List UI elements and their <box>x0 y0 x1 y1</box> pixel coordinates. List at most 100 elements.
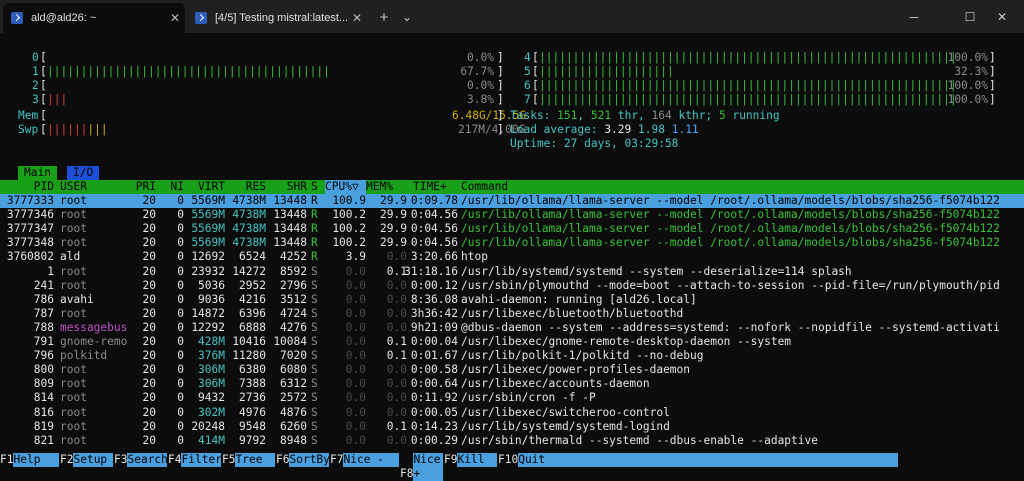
process-row[interactable]: 819 root 20 0 20248 9548 6260 S 0.0 0.1 0:14.23/us… <box>0 420 1024 434</box>
process-row[interactable]: 241 root 20 0 5036 2952 2796 S 0.0 0.0 0:00.12/usr… <box>0 279 1024 293</box>
fkey-nice[interactable]: F7Nice - <box>330 453 400 467</box>
fkey-help[interactable]: F1Help <box>0 453 60 467</box>
process-row[interactable]: 3777346 root 20 0 5569M 4738M 13448 R 100.2 29.9 0… <box>0 208 1024 222</box>
cell-pri: 20 <box>142 208 156 222</box>
cell-shr: 8948 <box>280 433 307 447</box>
cell-s: S <box>311 363 318 377</box>
fkey-sortby[interactable]: F6SortBy <box>276 453 330 467</box>
cpu-label: 5 <box>524 65 531 78</box>
col-ni[interactable]: NI <box>171 180 184 194</box>
process-row[interactable]: 786 avahi 20 0 9036 4216 3512 S 0.0 0.0 8:36.08 ava… <box>0 293 1024 307</box>
cell-virt: 428M <box>198 335 225 348</box>
tab-io[interactable]: I/O <box>67 166 100 180</box>
process-row[interactable]: 3777347 root 20 0 5569M 4738M 13448 R 100.2 29.9 0… <box>0 222 1024 236</box>
fkey-nice[interactable]: F8Nice + <box>400 453 444 481</box>
powershell-icon <box>195 12 207 24</box>
process-row[interactable]: 3760802 ald 20 0 12692 6524 4252 R 3.9 0.0 3:20.66… <box>0 250 1024 264</box>
cell-time: 0:00.04 <box>410 335 458 348</box>
process-row[interactable]: 796 polkitd 20 0 376M 11280 7020 S 0.0 0.1 0:01.67… <box>0 349 1024 363</box>
process-row[interactable]: 809 root 20 0 306M 7388 6312 S 0.0 0.0 0:00.64/usr… <box>0 377 1024 391</box>
cell-cmd: /usr/lib/systemd/systemd --system --dese… <box>461 264 852 278</box>
cell-pid: 791 <box>33 335 54 348</box>
chevron-down-icon[interactable]: ⌄ <box>396 6 418 28</box>
tab-terminal-2[interactable]: [4/5] Testing mistral:latest... ✕ <box>187 3 367 33</box>
col-pid[interactable]: PID <box>34 180 54 194</box>
mem-bar: ||||||||||||||||||||||||||||||||||||||||… <box>47 109 447 123</box>
tab-terminal-1[interactable]: ald@ald26: ~ ✕ <box>3 3 185 33</box>
process-row[interactable]: 3777333 root 20 0 5569M 4738M 13448 R 100.9 29.9 0… <box>0 194 1024 208</box>
cell-cmd: htop <box>461 250 488 264</box>
cpu-label: 0 <box>32 51 39 64</box>
cell-user: root <box>60 278 87 292</box>
process-row[interactable]: 787 root 20 0 14872 6396 4724 S 0.0 0.0 3h36:42/us… <box>0 307 1024 321</box>
process-row[interactable]: 816 root 20 0 302M 4976 4876 S 0.0 0.0 0:00.05/usr… <box>0 406 1024 420</box>
cell-s: R <box>311 194 318 207</box>
col-user[interactable]: USER <box>60 180 87 194</box>
fkey-label: Kill <box>457 453 498 467</box>
cell-cmd: /usr/lib/ollama/llama-server --model /ro… <box>461 222 1000 236</box>
cell-pri: 20 <box>142 222 156 236</box>
cell-virt: 414M <box>198 433 225 447</box>
cell-ni: 0 <box>177 391 184 405</box>
col-time[interactable]: TIME+ <box>413 180 447 194</box>
col-res[interactable]: RES <box>246 180 266 194</box>
tab-label: ald@ald26: ~ <box>31 12 97 24</box>
fkey-tree[interactable]: F5Tree <box>222 453 276 467</box>
col-virt[interactable]: VIRT <box>198 180 225 194</box>
cell-res: 9548 <box>239 419 266 433</box>
cell-shr: 4252 <box>280 250 307 264</box>
fkey-filter[interactable]: F4Filter <box>168 453 222 467</box>
col-state[interactable]: S <box>311 180 318 194</box>
fkey-search[interactable]: F3Search <box>114 453 168 467</box>
tab-main[interactable]: Main <box>18 166 57 180</box>
process-row[interactable]: 821 root 20 0 414M 9792 8948 S 0.0 0.0 0:00.29/usr… <box>0 434 1024 448</box>
cell-pid: 3777347 <box>6 222 54 236</box>
close-icon[interactable]: ✕ <box>347 11 367 25</box>
cell-cpu: 100.2 <box>332 208 366 222</box>
minimize-button[interactable]: ─ <box>892 0 936 33</box>
cell-pid: 814 <box>33 391 54 405</box>
close-icon[interactable]: ✕ <box>165 11 185 25</box>
close-window-button[interactable]: ✕ <box>980 0 1024 33</box>
cpu-bracket-open: [ <box>40 93 47 106</box>
cell-mem: 0.0 <box>386 433 407 447</box>
process-row[interactable]: 800 root 20 0 306M 6380 6080 S 0.0 0.0 0:00.58/usr… <box>0 363 1024 377</box>
cell-user: root <box>60 433 87 447</box>
fkey-quit[interactable]: F10Quit <box>498 453 899 467</box>
col-pri[interactable]: PRI <box>136 180 156 194</box>
cell-user: root <box>60 419 87 433</box>
fkey-key: F9 <box>444 453 458 466</box>
cell-cpu: 100.9 <box>332 194 366 207</box>
col-command[interactable]: Command <box>461 180 508 194</box>
cell-mem: 0.0 <box>386 250 407 264</box>
fkey-key: F8 <box>400 467 414 480</box>
fkey-kill[interactable]: F9Kill <box>444 453 498 467</box>
cell-pid: 816 <box>33 405 54 419</box>
fkey-label: Tree <box>235 453 276 467</box>
terminal-area[interactable]: 0[0.0%] 1[|||||||||||||||||||||||||||||||… <box>0 33 1024 481</box>
cell-shr: 2796 <box>280 278 307 292</box>
new-tab-button[interactable]: + <box>372 6 396 28</box>
cell-pri: 20 <box>142 194 156 207</box>
fkey-label: Setup <box>73 453 114 467</box>
fkey-setup[interactable]: F2Setup <box>60 453 114 467</box>
col-mem[interactable]: MEM% <box>366 180 393 194</box>
process-row[interactable]: 814 root 20 0 9432 2736 2572 S 0.0 0.0 0:11.92/usr… <box>0 391 1024 405</box>
process-row[interactable]: 1 root 20 0 23932 14272 8592 S 0.0 0.1 31:18.16/us… <box>0 265 1024 279</box>
cell-res: 6396 <box>239 306 266 320</box>
fkey-key: F6 <box>276 453 290 466</box>
cell-pid: 786 <box>33 292 54 306</box>
cpu-bracket-open: [ <box>40 79 47 92</box>
col-cpu-sorted[interactable]: CPU%▽ <box>325 180 366 194</box>
cpu-label: 7 <box>524 93 531 106</box>
cell-ni: 0 <box>177 278 184 292</box>
process-row[interactable]: 3777348 root 20 0 5569M 4738M 13448 R 100.2 29.9 0… <box>0 236 1024 250</box>
cell-pri: 20 <box>142 306 156 320</box>
cell-user: root <box>60 391 87 405</box>
cell-pri: 20 <box>142 377 156 391</box>
process-row[interactable]: 788 messagebus 20 0 12292 6888 4276 S 0.0 0.0 9h21… <box>0 321 1024 335</box>
cpu-bracket-open: [ <box>532 79 539 92</box>
cell-shr: 13448 <box>273 194 307 207</box>
process-row[interactable]: 791 gnome-remo 20 0 428M 10416 10084 S 0.0 0.1 0:0… <box>0 335 1024 349</box>
col-shr[interactable]: SHR <box>287 180 307 194</box>
